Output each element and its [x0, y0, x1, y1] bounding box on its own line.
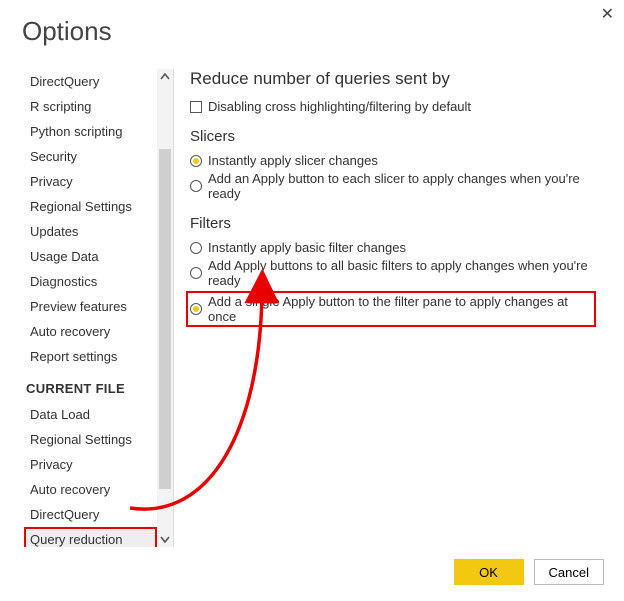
sidebar-item-security[interactable]: Security [24, 144, 157, 169]
sidebar-item-file-auto-recovery[interactable]: Auto recovery [24, 477, 157, 502]
radio-label: Instantly apply basic filter changes [208, 240, 406, 255]
radio-icon [190, 242, 202, 254]
scroll-up-icon[interactable] [157, 69, 173, 85]
options-dialog: ✕ Options DirectQuery R scripting Python… [0, 0, 624, 601]
sidebar-item-r-scripting[interactable]: R scripting [24, 94, 157, 119]
dialog-body: DirectQuery R scripting Python scripting… [20, 69, 604, 547]
filters-heading: Filters [190, 215, 596, 232]
ok-button[interactable]: OK [454, 559, 524, 585]
sidebar-item-data-load[interactable]: Data Load [24, 402, 157, 427]
sidebar-item-file-regional[interactable]: Regional Settings [24, 427, 157, 452]
sidebar-scrollbar[interactable] [157, 69, 173, 547]
radio-filter-single-apply[interactable]: Add a single Apply button to the filter … [186, 291, 596, 327]
close-icon[interactable]: ✕ [601, 4, 614, 24]
sidebar-item-usage-data[interactable]: Usage Data [24, 244, 157, 269]
radio-slicer-instant[interactable]: Instantly apply slicer changes [190, 153, 596, 168]
sidebar-item-directquery[interactable]: DirectQuery [24, 69, 157, 94]
scroll-thumb[interactable] [159, 149, 171, 489]
radio-icon [190, 303, 202, 315]
sidebar: DirectQuery R scripting Python scripting… [20, 69, 157, 547]
radio-icon [190, 267, 202, 279]
radio-filter-apply-buttons[interactable]: Add Apply buttons to all basic filters t… [190, 258, 596, 288]
sidebar-item-query-reduction[interactable]: Query reduction [24, 527, 157, 547]
sidebar-item-auto-recovery[interactable]: Auto recovery [24, 319, 157, 344]
sidebar-wrap: DirectQuery R scripting Python scripting… [20, 69, 174, 547]
radio-label: Add a single Apply button to the filter … [208, 294, 592, 324]
radio-label: Add Apply buttons to all basic filters t… [208, 258, 596, 288]
sidebar-item-updates[interactable]: Updates [24, 219, 157, 244]
content-heading: Reduce number of queries sent by [190, 69, 596, 89]
cancel-button[interactable]: Cancel [534, 559, 604, 585]
sidebar-item-privacy[interactable]: Privacy [24, 169, 157, 194]
sidebar-item-diagnostics[interactable]: Diagnostics [24, 269, 157, 294]
sidebar-item-file-directquery[interactable]: DirectQuery [24, 502, 157, 527]
slicers-heading: Slicers [190, 128, 596, 145]
dialog-footer: OK Cancel [454, 559, 604, 585]
radio-filter-instant[interactable]: Instantly apply basic filter changes [190, 240, 596, 255]
sidebar-item-regional-settings[interactable]: Regional Settings [24, 194, 157, 219]
checkbox-disable-crosshighlight[interactable]: Disabling cross highlighting/filtering b… [190, 99, 596, 114]
dialog-title: Options [22, 16, 604, 47]
checkbox-label: Disabling cross highlighting/filtering b… [208, 99, 471, 114]
radio-icon [190, 180, 202, 192]
content-panel: Reduce number of queries sent by Disabli… [174, 69, 604, 547]
radio-label: Instantly apply slicer changes [208, 153, 378, 168]
radio-slicer-apply-button[interactable]: Add an Apply button to each slicer to ap… [190, 171, 596, 201]
sidebar-item-python-scripting[interactable]: Python scripting [24, 119, 157, 144]
radio-label: Add an Apply button to each slicer to ap… [208, 171, 596, 201]
radio-icon [190, 155, 202, 167]
sidebar-section-current-file: CURRENT FILE [24, 369, 157, 402]
sidebar-item-report-settings[interactable]: Report settings [24, 344, 157, 369]
sidebar-item-preview-features[interactable]: Preview features [24, 294, 157, 319]
scroll-down-icon[interactable] [157, 531, 173, 547]
checkbox-icon [190, 101, 202, 113]
sidebar-item-file-privacy[interactable]: Privacy [24, 452, 157, 477]
